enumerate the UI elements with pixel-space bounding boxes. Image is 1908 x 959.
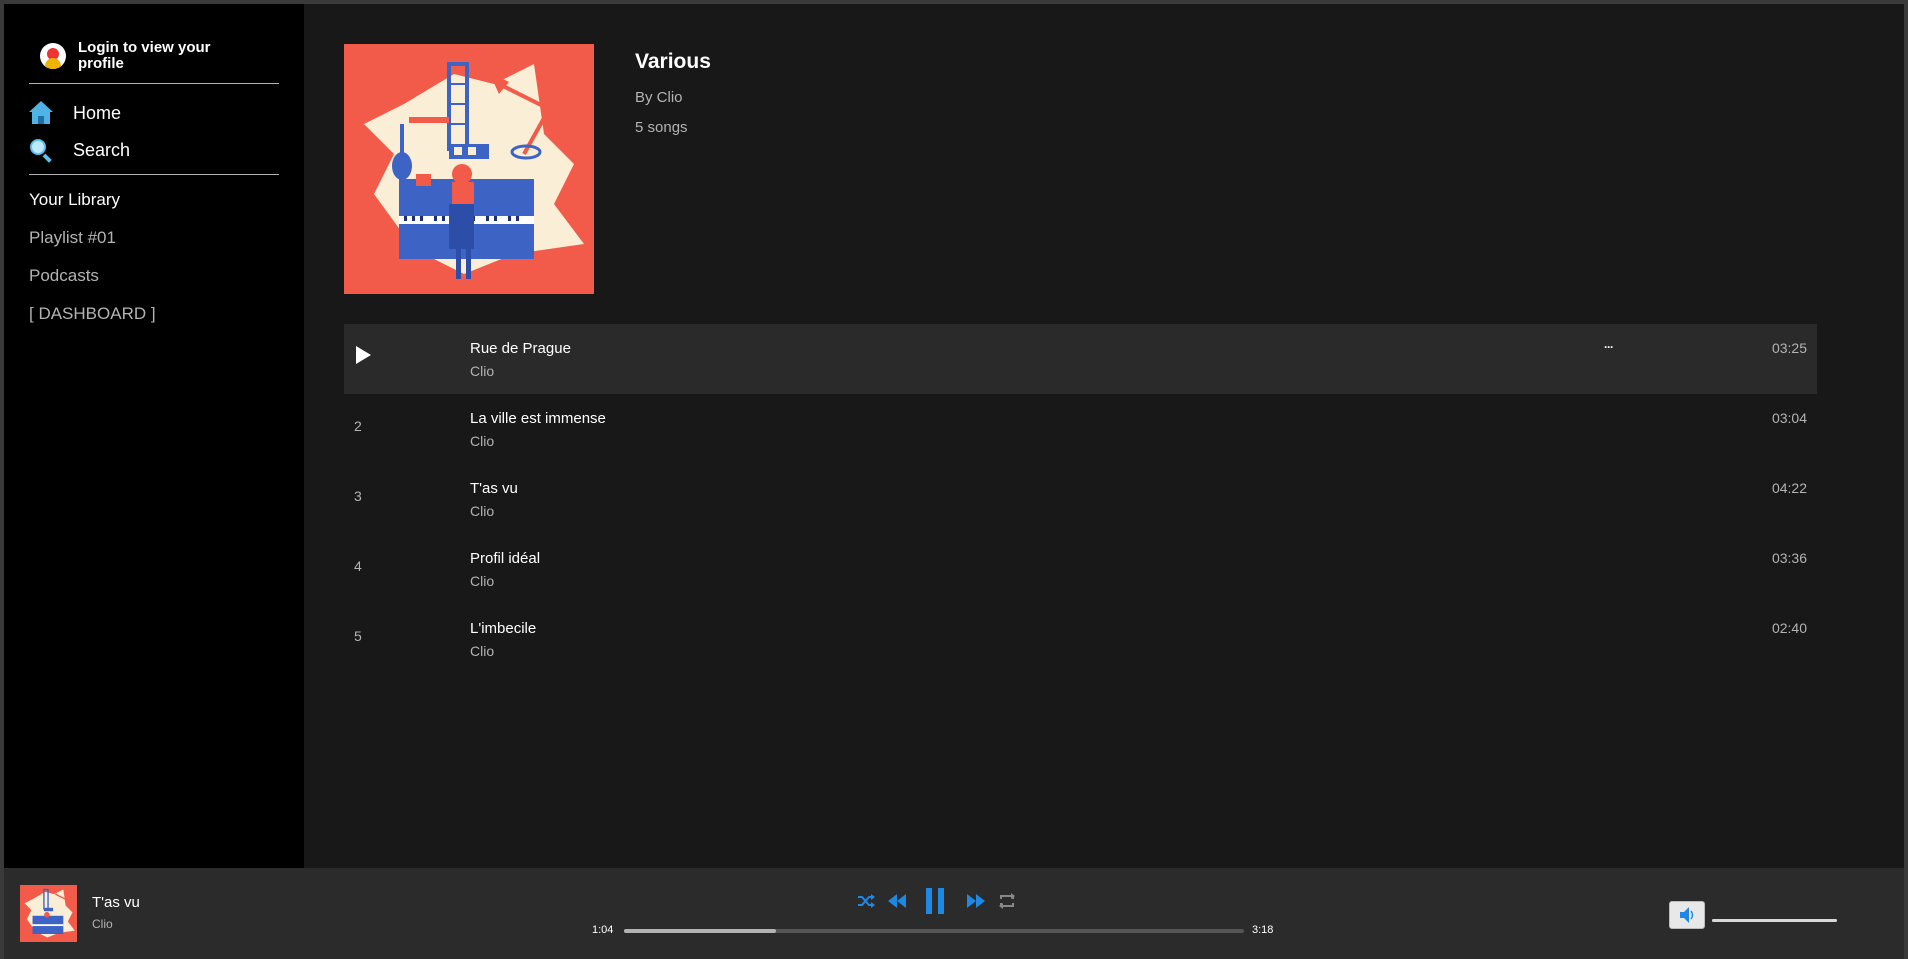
volume-slider[interactable] xyxy=(1712,919,1837,922)
progress-bar[interactable] xyxy=(624,929,1244,933)
track-row[interactable]: 3 T'as vu Clio 04:22 xyxy=(344,464,1817,534)
avatar xyxy=(40,43,66,69)
album-artist: By Clio xyxy=(635,89,683,106)
sidebar-divider xyxy=(29,83,279,84)
pause-button[interactable] xyxy=(925,888,945,919)
album-title: Various xyxy=(635,50,711,73)
main-content: Various By Clio 5 songs Rue de Prague Cl… xyxy=(304,4,1904,868)
track-row[interactable]: 2 La ville est immense Clio 03:04 xyxy=(344,394,1817,464)
home-icon xyxy=(29,101,53,125)
app-window: Login to view your profile Home Search Y… xyxy=(4,4,1904,959)
sidebar-item-playlist-01[interactable]: Playlist #01 xyxy=(29,228,116,248)
shuffle-icon[interactable] xyxy=(857,893,875,914)
sidebar-item-dashboard[interactable]: [ DASHBOARD ] xyxy=(29,304,156,324)
track-title: La ville est immense xyxy=(470,410,606,427)
track-title: T'as vu xyxy=(470,480,518,497)
volume-button[interactable] xyxy=(1669,901,1705,929)
album-cover xyxy=(344,44,594,294)
track-list: Rue de Prague Clio ··· 03:25 2 La ville … xyxy=(344,324,1817,674)
track-artist[interactable]: Clio xyxy=(470,503,494,519)
sidebar-item-home[interactable]: Home xyxy=(29,101,121,125)
track-number: 5 xyxy=(354,628,362,644)
track-row[interactable]: 4 Profil idéal Clio 03:36 xyxy=(344,534,1817,604)
now-playing-title[interactable]: T'as vu xyxy=(92,894,140,911)
track-number: 3 xyxy=(354,488,362,504)
track-number: 2 xyxy=(354,418,362,434)
track-row[interactable]: Rue de Prague Clio ··· 03:25 xyxy=(344,324,1817,394)
login-profile-link[interactable]: Login to view your profile xyxy=(40,40,238,72)
track-artist[interactable]: Clio xyxy=(470,433,494,449)
sidebar-divider xyxy=(29,174,279,175)
track-artist[interactable]: Clio xyxy=(470,643,494,659)
search-icon xyxy=(29,138,53,163)
track-title: Rue de Prague xyxy=(470,340,571,357)
play-icon[interactable] xyxy=(356,346,371,364)
repeat-icon[interactable] xyxy=(998,893,1016,914)
current-time: 1:04 xyxy=(592,924,614,936)
more-options-icon[interactable]: ··· xyxy=(1604,340,1614,354)
sidebar-item-search[interactable]: Search xyxy=(29,138,131,163)
now-playing-cover xyxy=(20,885,77,942)
track-duration: 03:04 xyxy=(1771,410,1807,426)
track-duration: 03:25 xyxy=(1771,340,1807,356)
album-song-count: 5 songs xyxy=(635,119,688,136)
track-duration: 02:40 xyxy=(1771,620,1807,636)
track-title: L'imbecile xyxy=(470,620,537,637)
sidebar-item-your-library[interactable]: Your Library xyxy=(29,190,120,210)
total-time: 3:18 xyxy=(1252,924,1274,936)
speaker-icon xyxy=(1680,907,1694,923)
sidebar-item-label: Home xyxy=(73,102,122,123)
sidebar-item-podcasts[interactable]: Podcasts xyxy=(29,266,99,286)
sidebar-item-label: Search xyxy=(73,139,131,160)
track-row[interactable]: 5 L'imbecile Clio 02:40 xyxy=(344,604,1817,674)
now-playing-artist[interactable]: Clio xyxy=(92,917,113,931)
track-artist[interactable]: Clio xyxy=(470,363,494,379)
previous-icon[interactable] xyxy=(888,894,906,913)
profile-label: Login to view your profile xyxy=(78,39,211,72)
next-icon[interactable] xyxy=(967,894,985,913)
track-duration: 04:22 xyxy=(1771,480,1807,496)
track-duration: 03:36 xyxy=(1771,550,1807,566)
sidebar: Login to view your profile Home Search Y… xyxy=(4,4,304,868)
track-number: 4 xyxy=(354,558,362,574)
progress-fill xyxy=(624,929,776,933)
track-title: Profil idéal xyxy=(470,550,541,567)
volume-fill xyxy=(1712,919,1837,922)
track-artist[interactable]: Clio xyxy=(470,573,494,589)
player-bar: T'as vu Clio 1:04 3:18 xyxy=(4,868,1904,959)
